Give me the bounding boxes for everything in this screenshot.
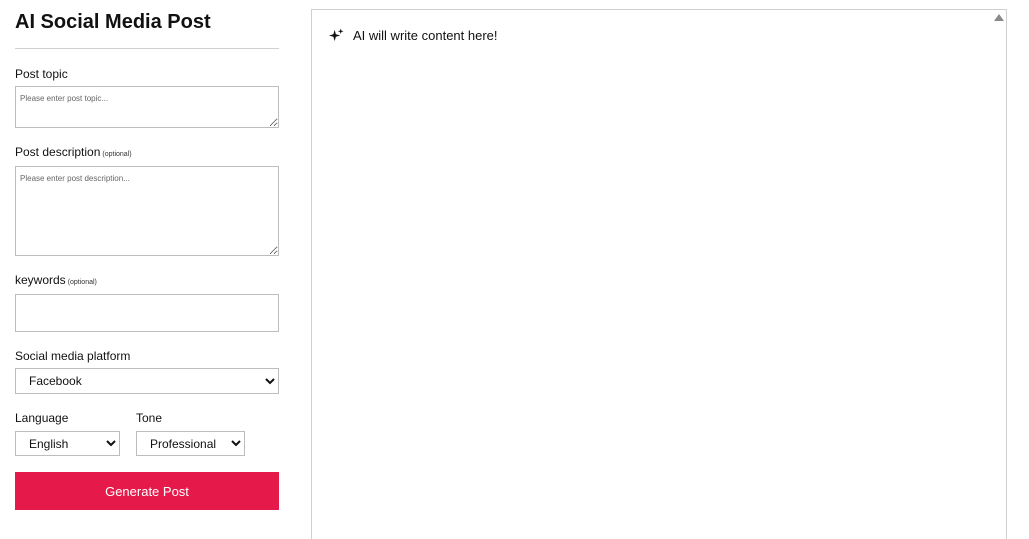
platform-select[interactable]: Facebook bbox=[15, 368, 279, 394]
post-topic-input[interactable] bbox=[15, 86, 279, 128]
language-label: Language bbox=[15, 411, 68, 425]
language-select[interactable]: English bbox=[15, 431, 120, 456]
language-label-text: Language bbox=[15, 411, 69, 425]
scroll-up-arrow-icon[interactable] bbox=[994, 14, 1004, 21]
tone-select[interactable]: Professional bbox=[136, 431, 245, 456]
keywords-input[interactable] bbox=[15, 294, 279, 332]
post-description-optional-tag: (optional) bbox=[102, 151, 132, 158]
output-placeholder: AI will write content here! bbox=[329, 28, 498, 43]
ai-social-media-post-page: AI Social Media Post Post topic Post des… bbox=[0, 0, 1029, 539]
post-description-label: Post description (optional) bbox=[15, 145, 132, 159]
page-title: AI Social Media Post bbox=[15, 11, 211, 33]
keywords-label-text: keywords bbox=[15, 273, 66, 287]
keywords-optional-tag: (optional) bbox=[67, 279, 97, 286]
output-placeholder-text: AI will write content here! bbox=[353, 28, 498, 43]
output-panel[interactable]: AI will write content here! bbox=[311, 9, 1007, 539]
sparkle-icon bbox=[329, 28, 344, 42]
post-description-input[interactable] bbox=[15, 166, 279, 256]
generate-post-button[interactable]: Generate Post bbox=[15, 472, 279, 510]
title-divider bbox=[15, 48, 279, 49]
platform-label-text: Social media platform bbox=[15, 349, 131, 363]
tone-label-text: Tone bbox=[136, 411, 163, 425]
platform-label: Social media platform bbox=[15, 349, 130, 363]
keywords-label: keywords (optional) bbox=[15, 273, 97, 287]
post-topic-label-text: Post topic bbox=[15, 67, 68, 81]
tone-label: Tone bbox=[136, 411, 162, 425]
post-description-label-text: Post description bbox=[15, 145, 101, 159]
post-topic-label: Post topic bbox=[15, 67, 68, 81]
